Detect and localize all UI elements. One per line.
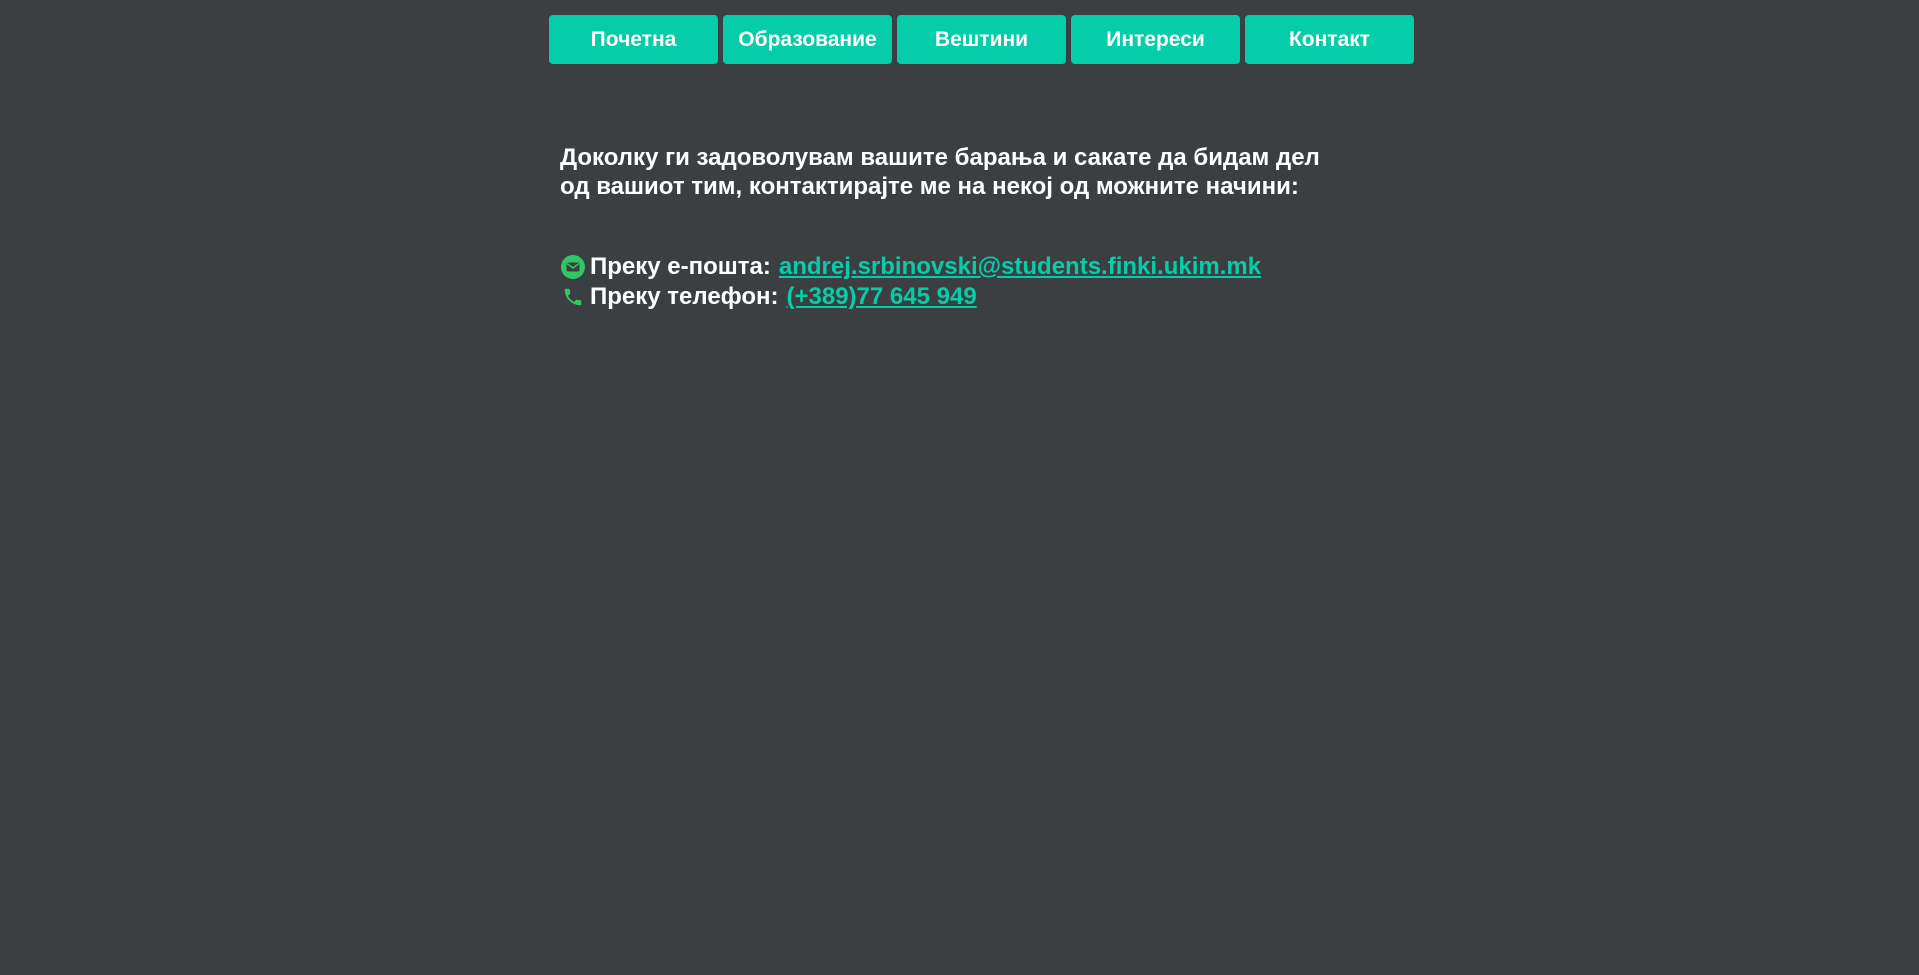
page: Почетна Образование Вештини Интереси Кон… xyxy=(0,0,1919,975)
phone-icon xyxy=(556,286,590,308)
envelope-icon xyxy=(556,254,590,280)
nav-button-interests[interactable]: Интереси xyxy=(1071,15,1240,64)
intro-line-2: од вашиот тим, контактирајте ме на некој… xyxy=(560,173,1299,200)
intro-text: Доколку ги задоволувам вашите барања и с… xyxy=(560,143,1380,201)
phone-label: Преку телефон: xyxy=(590,283,779,310)
nav-button-education[interactable]: Образование xyxy=(723,15,892,64)
nav-button-contact[interactable]: Контакт xyxy=(1245,15,1414,64)
phone-link[interactable]: (+389)77 645 949 xyxy=(787,282,977,312)
email-link[interactable]: andrej.srbinovski@students.finki.ukim.mk xyxy=(779,252,1261,282)
intro-line-1: Доколку ги задоволувам вашите барања и с… xyxy=(560,144,1320,171)
top-navigation: Почетна Образование Вештини Интереси Кон… xyxy=(549,15,1414,64)
contact-phone-row: Преку телефон: (+389)77 645 949 xyxy=(556,282,1261,312)
contact-email-row: Преку е-пошта: andrej.srbinovski@student… xyxy=(556,252,1261,282)
contact-list: Преку е-пошта: andrej.srbinovski@student… xyxy=(556,252,1261,312)
email-label: Преку е-пошта: xyxy=(590,253,771,280)
nav-button-skills[interactable]: Вештини xyxy=(897,15,1066,64)
nav-button-home[interactable]: Почетна xyxy=(549,15,718,64)
